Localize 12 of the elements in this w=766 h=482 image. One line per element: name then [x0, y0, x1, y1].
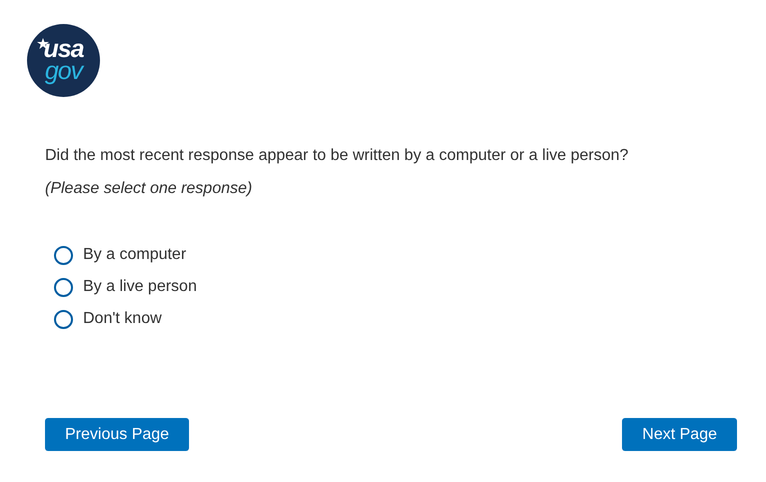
previous-page-button[interactable]: Previous Page [45, 418, 190, 451]
logo-text: usa [43, 39, 84, 60]
radio-button[interactable] [54, 246, 73, 264]
option-label[interactable]: Don't know [83, 307, 162, 331]
radio-button[interactable] [54, 310, 73, 328]
option-label[interactable]: By a computer [83, 243, 186, 267]
radio-button[interactable] [54, 278, 73, 296]
option-label[interactable]: By a live person [83, 275, 197, 299]
next-page-button[interactable]: Next Page [622, 418, 737, 451]
question-text: Did the most recent response appear to be written by a computer or a live person? [45, 146, 630, 166]
logo-text: gov [44, 60, 82, 82]
hint-text: (Please select one response) [45, 179, 254, 199]
